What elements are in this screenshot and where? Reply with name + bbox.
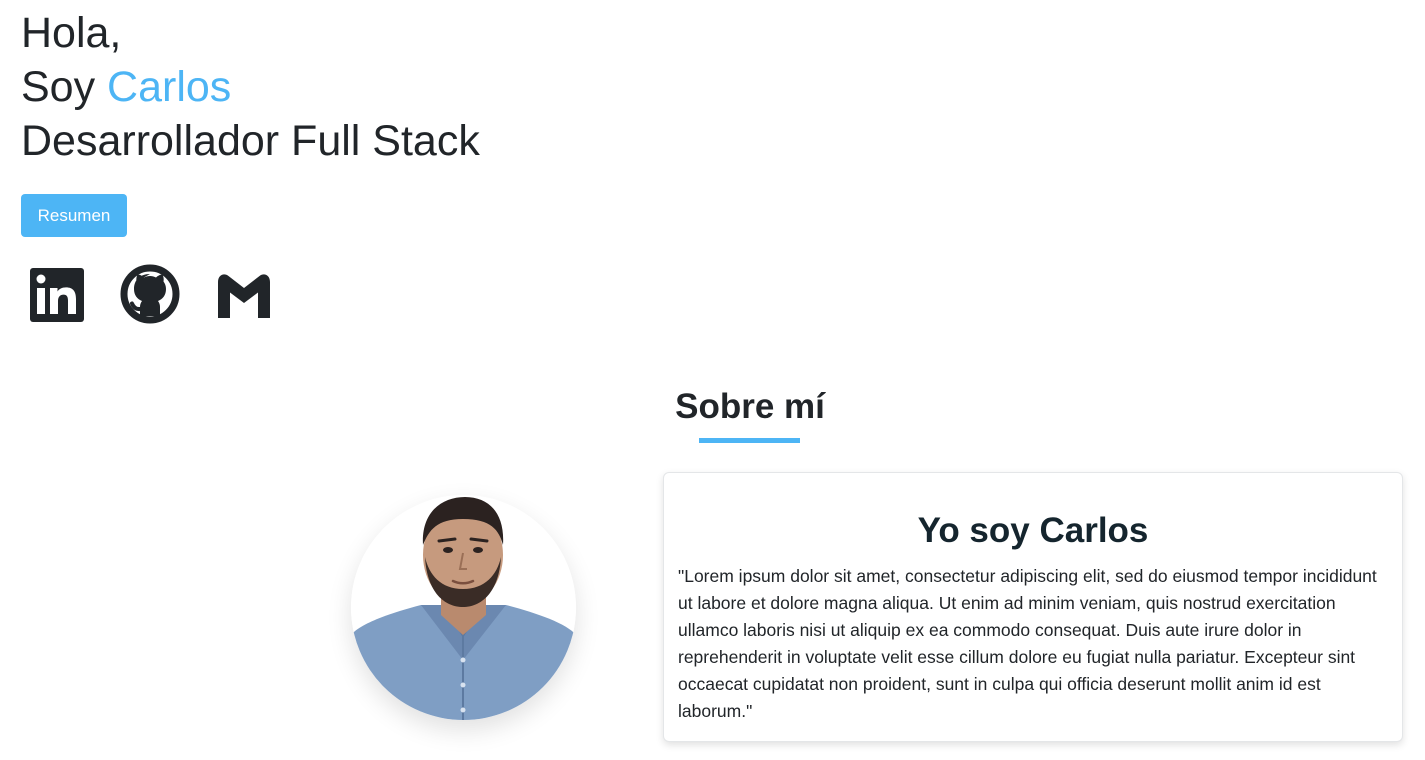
about-card-text: "Lorem ipsum dolor sit amet, consectetur… <box>678 566 1377 721</box>
github-icon <box>120 264 180 324</box>
about-card-title: Yo soy Carlos <box>917 511 1149 550</box>
hero-intro-prefix: Soy <box>21 63 108 111</box>
profile-photo <box>351 495 576 720</box>
about-section-title: Sobre mí <box>675 387 825 426</box>
gmail-icon <box>218 274 270 318</box>
avatar <box>351 495 576 720</box>
hero-role: Desarrollador Full Stack <box>21 117 480 165</box>
resume-button[interactable]: Resumen <box>21 194 127 237</box>
gmail-link[interactable] <box>212 262 276 326</box>
title-underline <box>699 438 800 443</box>
github-link[interactable] <box>118 262 182 326</box>
hero-greeting: Hola, <box>21 9 122 57</box>
social-links <box>24 262 306 326</box>
linkedin-link[interactable] <box>24 262 88 326</box>
hero-section: Hola, Soy Carlos Desarrollador Full Stac… <box>21 6 480 168</box>
hero-intro: Soy Carlos <box>21 60 480 114</box>
about-card: Yo soy Carlos "Lorem ipsum dolor sit ame… <box>663 472 1403 742</box>
linkedin-icon <box>30 268 84 322</box>
hero-name: Carlos <box>107 63 232 111</box>
